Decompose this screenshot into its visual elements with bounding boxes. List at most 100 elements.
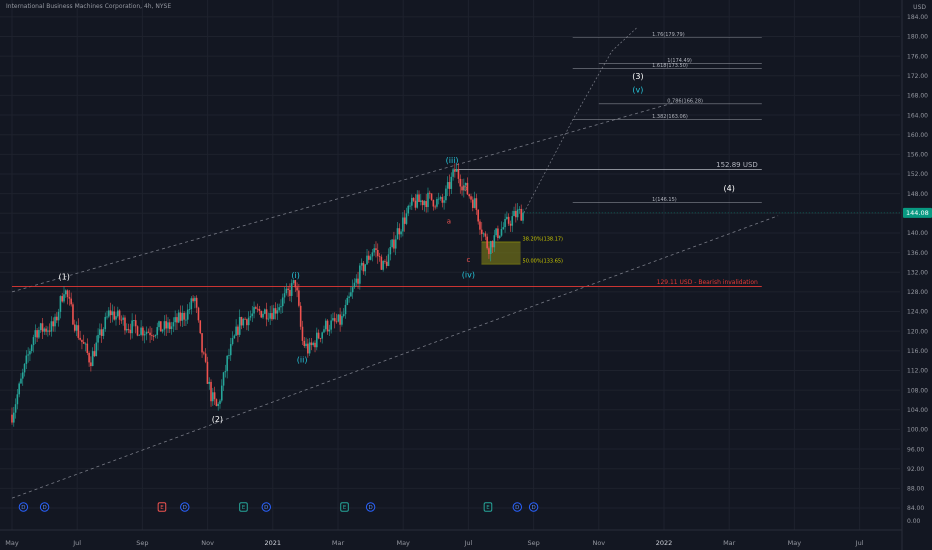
candle-body [172, 322, 175, 327]
x-tick-label: Jul [72, 539, 81, 547]
candle-body [113, 311, 116, 320]
y-tick-label: 88.00 [907, 486, 924, 493]
candle-body [226, 355, 228, 372]
candle-body [20, 378, 22, 384]
candle-body [102, 329, 105, 336]
candle-body [369, 256, 372, 260]
candle-body [495, 228, 497, 236]
candle-body [181, 312, 184, 321]
fib-label: 0.786(166.28) [667, 98, 703, 104]
candle-body [326, 320, 329, 332]
candle-body [109, 310, 112, 316]
candle-body [497, 228, 499, 239]
candle-body [104, 316, 107, 330]
x-tick-label: Mar [332, 539, 345, 547]
fib-label: 1(146.15) [652, 197, 677, 203]
candle-body [303, 340, 306, 347]
earnings-icon-letter: E [486, 505, 490, 511]
candle-body [50, 321, 53, 332]
candle-body [437, 198, 440, 200]
candle-body [488, 248, 490, 254]
candle-body [210, 381, 212, 402]
candle-body [188, 309, 191, 310]
candle-body [348, 296, 350, 298]
y-tick-label: 100.00 [907, 427, 928, 434]
x-tick-label: Jul [463, 539, 472, 547]
candle-body [355, 278, 358, 283]
candle-body [468, 194, 471, 197]
candle-body [455, 169, 458, 172]
candle-body [125, 328, 128, 331]
candle-body [360, 262, 363, 266]
candle-body [262, 313, 264, 318]
candle-body [246, 319, 248, 326]
candle-body [316, 332, 318, 348]
y-tick-label: 152.00 [907, 171, 928, 178]
y-tick-label: 84.00 [907, 505, 924, 512]
candle-body [224, 371, 227, 373]
candle-body [480, 229, 483, 234]
candle-body [473, 198, 476, 208]
candle-body [77, 325, 80, 338]
y-tick-label: 96.00 [907, 446, 924, 453]
candle-body [34, 330, 37, 338]
candle-body [201, 333, 203, 353]
candle-body [305, 343, 307, 347]
candle-body [127, 328, 130, 330]
candle-body [160, 321, 162, 332]
candle-body [416, 194, 419, 208]
candle-body [217, 403, 219, 407]
candle-body [165, 321, 167, 329]
candle-body [48, 330, 51, 332]
candle-body [380, 256, 383, 270]
candle-body [341, 316, 343, 325]
y-tick-label: 116.00 [907, 348, 928, 355]
candle-body [163, 321, 166, 330]
wave-label: (iii) [446, 156, 459, 165]
candle-body [506, 216, 508, 220]
candle-body [99, 329, 101, 335]
candle-body [140, 327, 142, 335]
candle-body [310, 342, 313, 346]
candle-body [93, 351, 96, 357]
candle-body [281, 297, 284, 307]
candle-body [147, 331, 150, 333]
dividend-icon-letter: D [21, 505, 25, 511]
candle-body [86, 343, 89, 353]
candle-body [228, 355, 230, 357]
wave-label: b [463, 185, 468, 193]
x-tick-label: May [396, 539, 410, 547]
candle-body [161, 329, 164, 332]
candle-body [486, 236, 488, 249]
price-chart[interactable]: 152.89 USD 129.11 USD - Bearish invalidat… [0, 0, 932, 550]
candle-body [515, 211, 517, 218]
candle-body [518, 208, 521, 210]
candle-body [384, 260, 386, 262]
candle-body [436, 199, 438, 207]
candle-body [344, 304, 347, 315]
candle-body [177, 312, 180, 323]
candle-body [240, 317, 243, 326]
candle-body [138, 334, 141, 336]
candle-body [272, 308, 275, 320]
candle-body [14, 404, 17, 413]
candle-body [82, 342, 85, 344]
candle-body [21, 372, 24, 379]
y-tick-label: 180.00 [907, 34, 928, 41]
candle-body [145, 331, 148, 335]
wave-label: (ii) [297, 356, 308, 365]
candle-body [520, 208, 523, 221]
candle-body [131, 320, 133, 334]
candle-body [151, 335, 153, 337]
candle-body [448, 182, 451, 189]
candle-body [307, 343, 309, 354]
candle-body [491, 241, 494, 248]
candle-body [68, 297, 71, 299]
candle-body [27, 354, 29, 356]
candle-body [143, 334, 146, 336]
candle-body [70, 298, 72, 305]
x-tick-label: May [5, 539, 19, 547]
candle-body [11, 414, 13, 423]
candle-body [192, 298, 194, 302]
candle-body [296, 287, 298, 291]
